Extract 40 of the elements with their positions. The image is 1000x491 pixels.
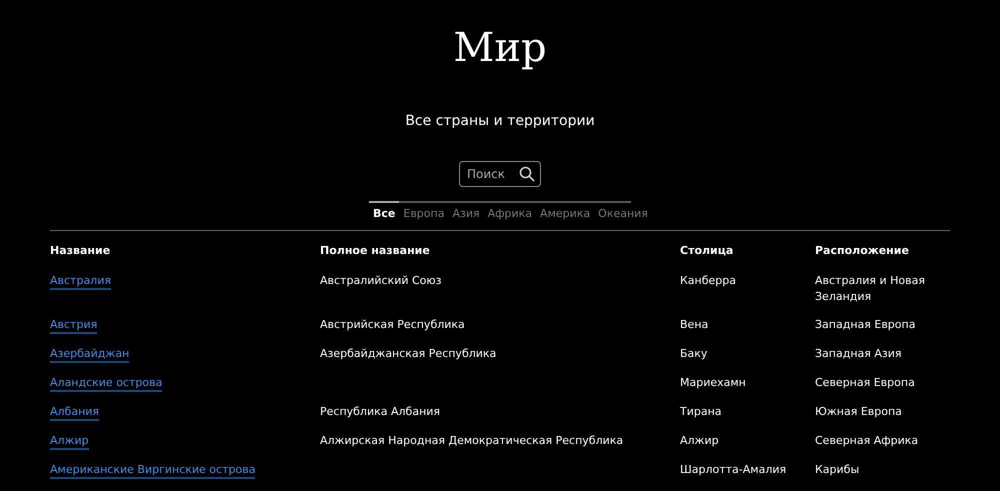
- table-cell-text: Республика Албания: [320, 404, 442, 420]
- column-header: Название: [50, 243, 112, 259]
- table-cell-text: Западная Европа: [815, 317, 916, 333]
- table-cell-text: Канберра: [680, 273, 737, 289]
- subtitle: Все страны и территории: [405, 112, 595, 131]
- search-field[interactable]: Поиск: [459, 161, 541, 187]
- table-cell-text: Мариехамн: [680, 375, 747, 391]
- country-link[interactable]: Американские Виргинские острова: [50, 462, 256, 479]
- region-tab[interactable]: Все: [369, 201, 400, 223]
- column-header: Расположение: [815, 243, 910, 259]
- table-cell-text: Австралийский Союз: [320, 273, 443, 289]
- table-cell-text: Тирана: [680, 404, 723, 420]
- page-title: Мир: [453, 24, 547, 72]
- table-cell-text: Австралия и Новая Зеландия: [815, 273, 926, 305]
- table-cell-text: Алжир: [680, 433, 720, 449]
- table-cell-text: Северная Африка: [815, 433, 920, 449]
- country-link[interactable]: Алжир: [50, 433, 89, 450]
- country-link[interactable]: Австрия: [50, 317, 98, 334]
- table-cell-text: Северная Европа: [815, 375, 916, 391]
- country-link[interactable]: Аландские острова: [50, 375, 162, 392]
- region-tab[interactable]: Европа: [399, 201, 448, 223]
- region-tab[interactable]: Океания: [594, 201, 652, 223]
- table-cell-text: Баку: [680, 346, 708, 362]
- country-link[interactable]: Австралия: [50, 273, 111, 290]
- search-icon: [519, 166, 535, 182]
- table-cell-text: Западная Азия: [815, 346, 903, 362]
- table-cell-text: Южная Европа: [815, 404, 903, 420]
- table-cell-text: Алжирская Народная Демократическая Республика: [320, 433, 624, 449]
- region-tab[interactable]: Африка: [484, 201, 536, 223]
- table-cell-text: Вена: [680, 317, 710, 333]
- country-link[interactable]: Албания: [50, 404, 100, 421]
- column-header: Столица: [680, 243, 734, 259]
- table-cell-text: Карибы: [815, 462, 860, 478]
- region-tab[interactable]: Америка: [536, 201, 594, 223]
- table-cell-text: Шарлотта-Амалия: [680, 462, 788, 478]
- country-link[interactable]: Азербайджан: [50, 346, 130, 363]
- table-cell-text: Австрийская Республика: [320, 317, 466, 333]
- column-header: Полное название: [320, 243, 431, 259]
- table-cell-text: Азербайджанская Республика: [320, 346, 498, 362]
- region-tab[interactable]: Азия: [448, 201, 484, 223]
